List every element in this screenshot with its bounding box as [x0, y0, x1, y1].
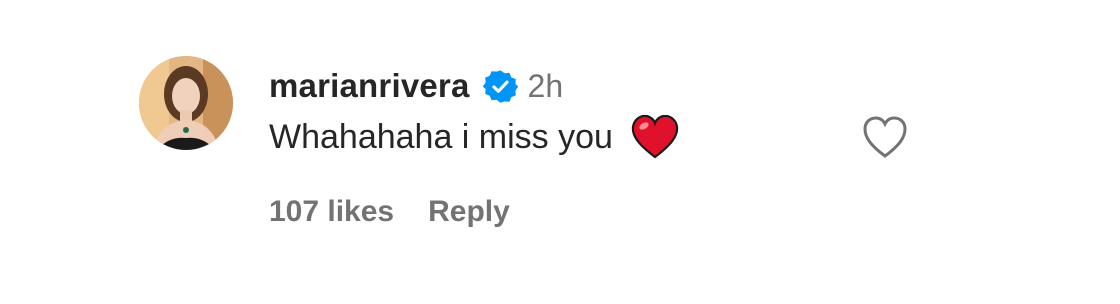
username[interactable]: marianrivera	[269, 67, 470, 105]
heart-outline-icon	[863, 116, 907, 158]
comment-header: marianrivera 2h	[269, 64, 563, 108]
comment-meta: 107 likes Reply	[269, 190, 510, 234]
avatar[interactable]	[139, 56, 233, 150]
comment-text: Whahahaha i miss you	[269, 117, 613, 156]
comment-body: Whahahaha i miss you	[269, 114, 679, 160]
red-heart-emoji-icon	[631, 114, 679, 159]
likes-count[interactable]: 107 likes	[269, 195, 394, 229]
timestamp[interactable]: 2h	[528, 68, 564, 105]
like-button[interactable]	[862, 116, 908, 160]
verified-badge-icon	[482, 69, 518, 104]
avatar-image	[139, 56, 233, 150]
reply-button[interactable]: Reply	[428, 195, 510, 229]
comment: marianrivera 2h Whahahaha i miss you 107…	[0, 0, 1120, 304]
